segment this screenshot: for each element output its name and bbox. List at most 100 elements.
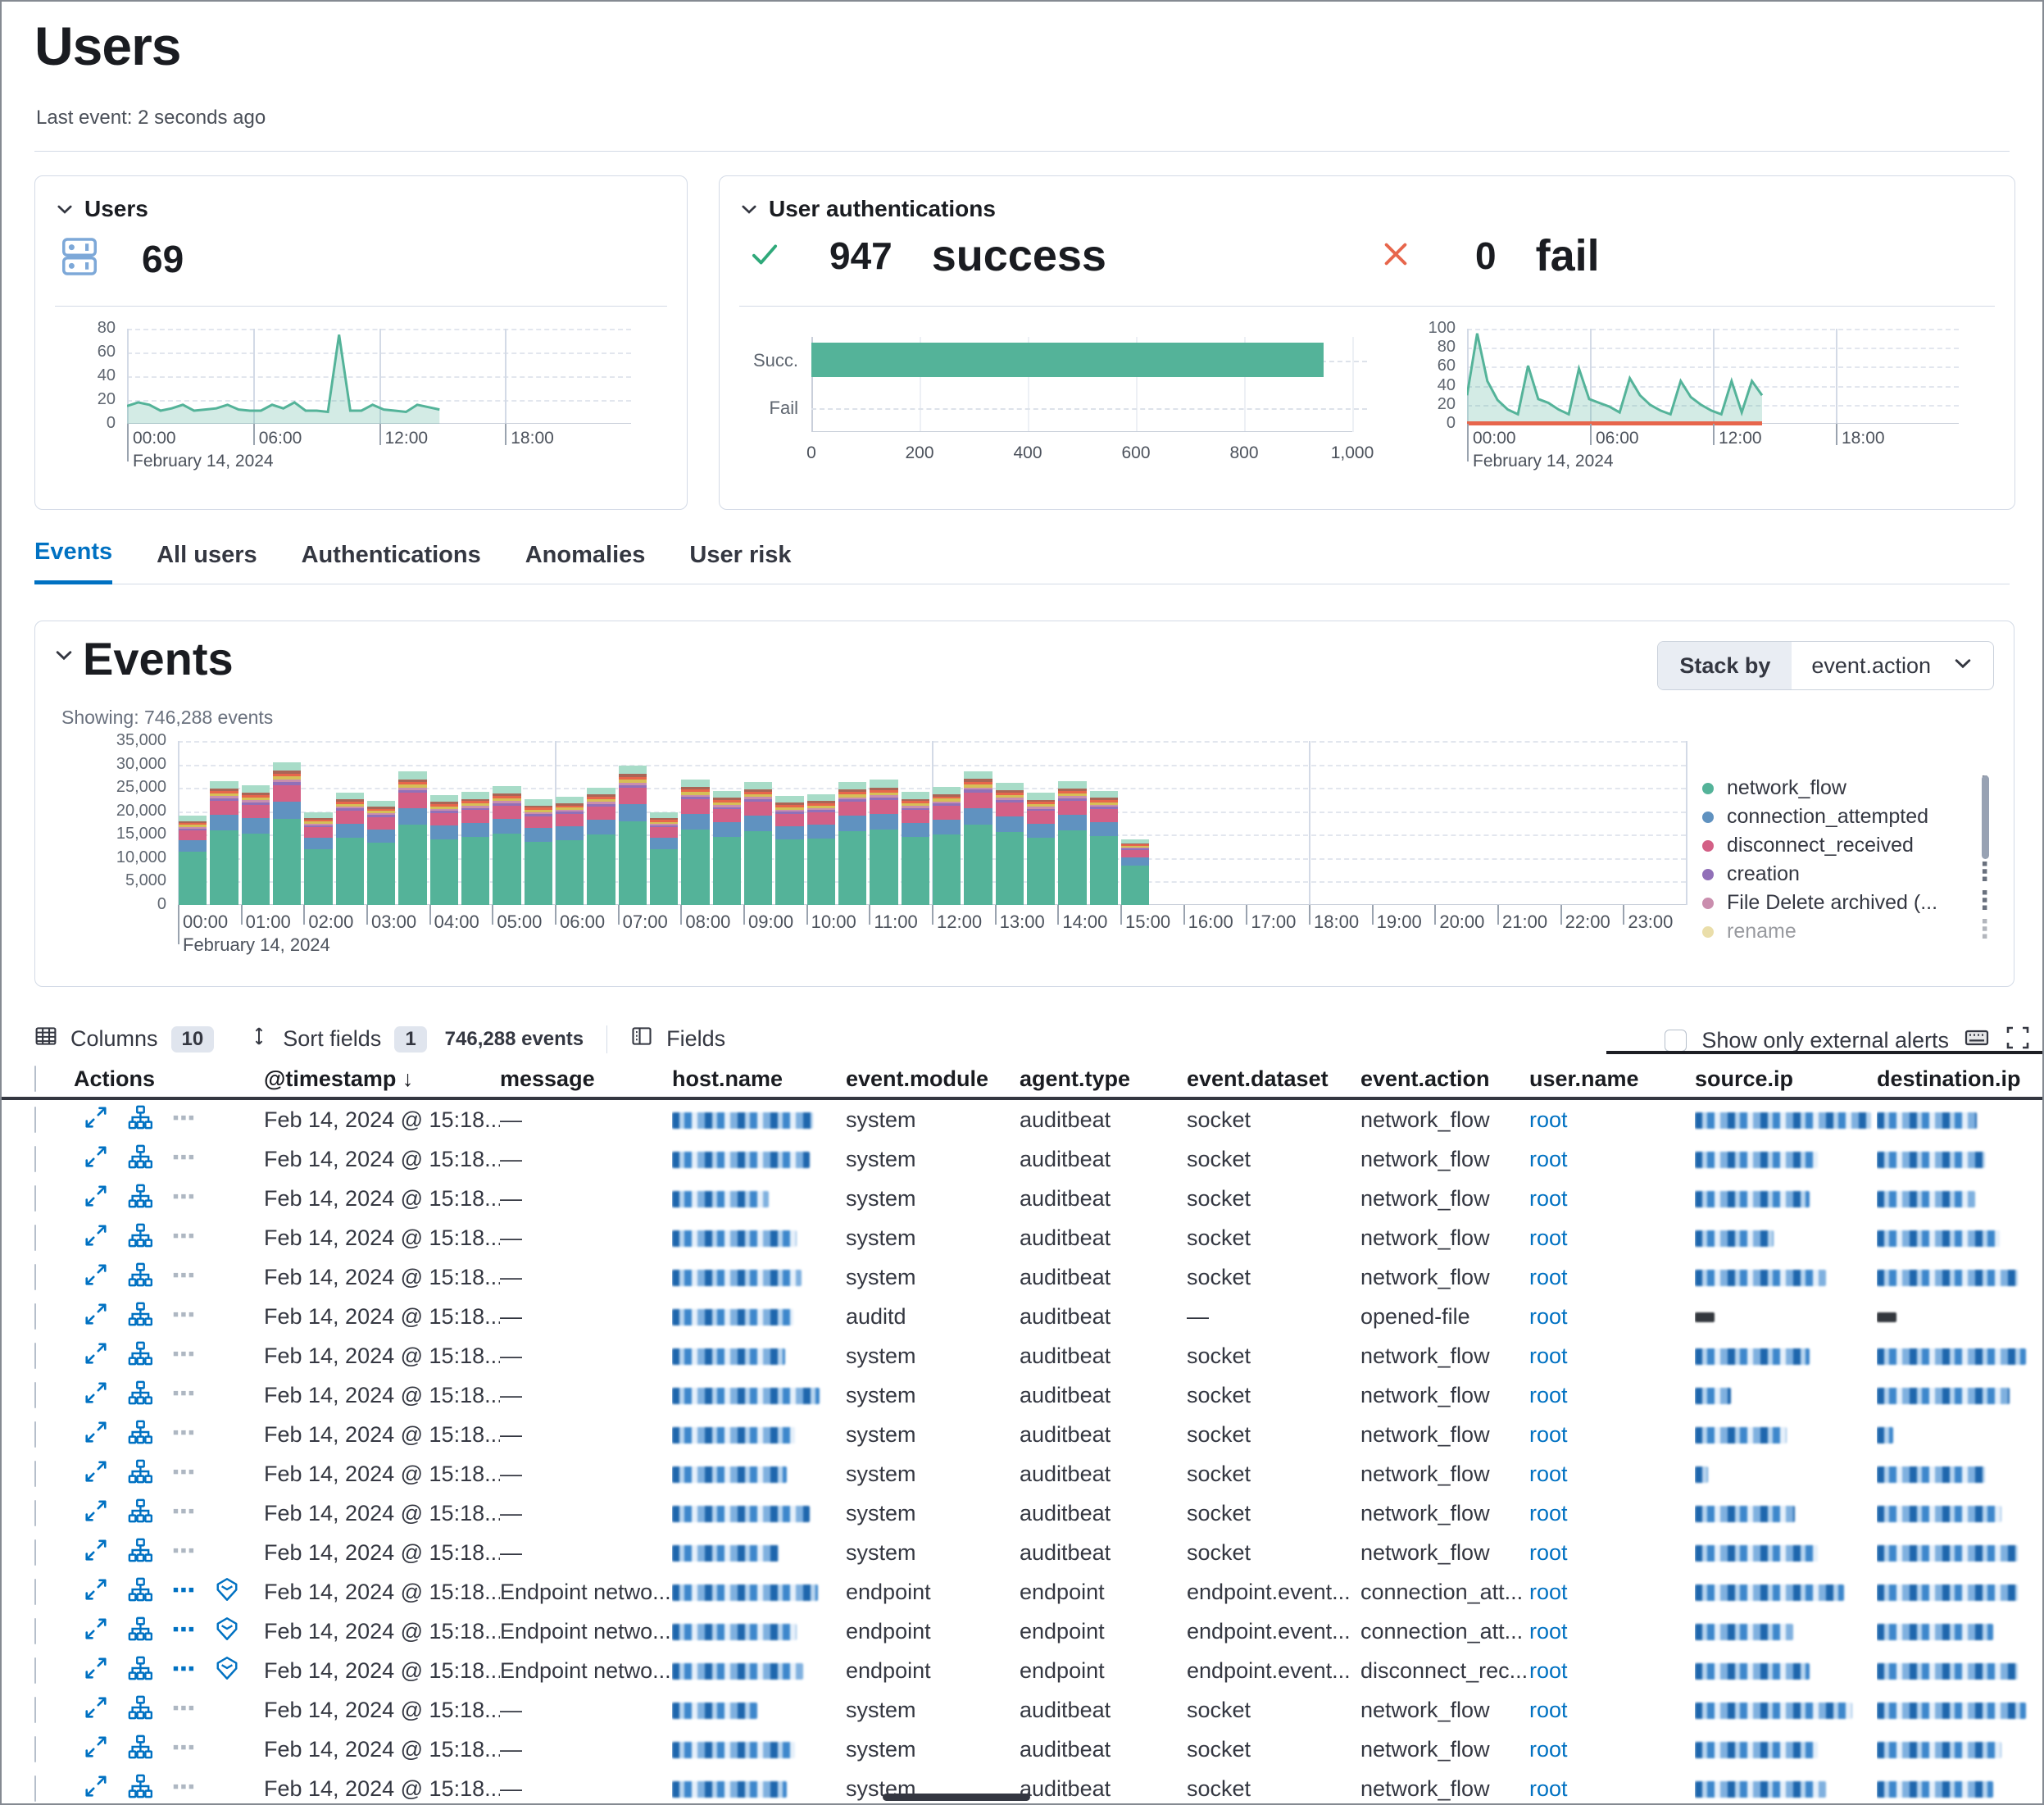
tab-all-users[interactable]: All users <box>157 542 257 584</box>
row-checkbox[interactable] <box>34 1736 36 1762</box>
analyze-event-icon[interactable] <box>128 1262 152 1293</box>
column-header-source.ip[interactable]: source.ip <box>1695 1066 1877 1092</box>
analyze-event-icon[interactable] <box>128 1459 152 1489</box>
legend-item-menu-icon[interactable] <box>1978 919 1991 941</box>
cell-user-name[interactable]: root <box>1529 1658 1695 1684</box>
analyze-event-icon[interactable] <box>128 1341 152 1371</box>
analyze-event-icon[interactable] <box>128 1616 152 1647</box>
legend-scrollbar-thumb[interactable] <box>1982 775 1989 859</box>
row-checkbox[interactable] <box>34 1146 36 1172</box>
more-actions-icon[interactable] <box>172 1735 195 1764</box>
row-checkbox[interactable] <box>34 1539 36 1566</box>
column-header-user.name[interactable]: user.name <box>1529 1066 1695 1092</box>
chevron-down-icon[interactable] <box>739 199 759 219</box>
expand-event-icon[interactable] <box>84 1302 108 1332</box>
expand-event-icon[interactable] <box>84 1774 108 1804</box>
legend-item[interactable]: File Delete archived (... <box>1702 889 1991 917</box>
expand-event-icon[interactable] <box>84 1577 108 1607</box>
column-header-Actions[interactable]: Actions <box>74 1066 264 1092</box>
row-checkbox[interactable] <box>34 1618 36 1644</box>
more-actions-icon[interactable] <box>172 1696 195 1725</box>
legend-item-menu-icon[interactable] <box>1978 890 1991 916</box>
analyze-event-icon[interactable] <box>128 1144 152 1175</box>
tab-authentications[interactable]: Authentications <box>302 542 481 584</box>
analyze-event-icon[interactable] <box>128 1420 152 1450</box>
column-header-host.name[interactable]: host.name <box>672 1066 846 1092</box>
more-actions-icon[interactable] <box>172 1224 195 1253</box>
cell-user-name[interactable]: root <box>1529 1107 1695 1133</box>
external-alerts-checkbox[interactable] <box>1665 1030 1687 1052</box>
row-checkbox[interactable] <box>34 1107 36 1133</box>
column-header-event.module[interactable]: event.module <box>846 1066 1020 1092</box>
select-all-checkbox[interactable] <box>34 1066 36 1092</box>
osquery-icon[interactable] <box>215 1656 239 1686</box>
analyze-event-icon[interactable] <box>128 1577 152 1607</box>
cell-user-name[interactable]: root <box>1529 1698 1695 1723</box>
column-header-agent.type[interactable]: agent.type <box>1020 1066 1187 1092</box>
row-checkbox[interactable] <box>34 1697 36 1723</box>
expand-event-icon[interactable] <box>84 1735 108 1765</box>
legend-item[interactable]: connection_attempted <box>1702 802 1991 831</box>
legend-item[interactable]: network_flow <box>1702 774 1991 802</box>
expand-event-icon[interactable] <box>84 1184 108 1214</box>
osquery-icon[interactable] <box>215 1616 239 1647</box>
cell-user-name[interactable]: root <box>1529 1225 1695 1251</box>
cell-user-name[interactable]: root <box>1529 1501 1695 1526</box>
sort-fields-button[interactable]: Sort fields <box>283 1026 381 1052</box>
legend-item-menu-icon[interactable] <box>1978 862 1991 887</box>
cell-user-name[interactable]: root <box>1529 1383 1695 1408</box>
expand-event-icon[interactable] <box>84 1498 108 1529</box>
row-checkbox[interactable] <box>34 1343 36 1369</box>
more-actions-icon[interactable] <box>172 1106 195 1134</box>
cell-user-name[interactable]: root <box>1529 1462 1695 1487</box>
chevron-down-icon[interactable] <box>55 199 75 219</box>
more-actions-icon[interactable] <box>172 1145 195 1174</box>
columns-button[interactable]: Columns <box>70 1026 158 1052</box>
expand-event-icon[interactable] <box>84 1380 108 1411</box>
cell-user-name[interactable]: root <box>1529 1776 1695 1802</box>
expand-event-icon[interactable] <box>84 1105 108 1135</box>
legend-item[interactable]: creation <box>1702 860 1991 889</box>
row-checkbox[interactable] <box>34 1303 36 1330</box>
cell-user-name[interactable]: root <box>1529 1737 1695 1762</box>
analyze-event-icon[interactable] <box>128 1498 152 1529</box>
tab-anomalies[interactable]: Anomalies <box>525 542 646 584</box>
cell-user-name[interactable]: root <box>1529 1580 1695 1605</box>
expand-event-icon[interactable] <box>84 1616 108 1647</box>
row-checkbox[interactable] <box>34 1185 36 1212</box>
more-actions-icon[interactable] <box>172 1184 195 1213</box>
cell-user-name[interactable]: root <box>1529 1147 1695 1172</box>
analyze-event-icon[interactable] <box>128 1184 152 1214</box>
analyze-event-icon[interactable] <box>128 1695 152 1725</box>
row-checkbox[interactable] <box>34 1382 36 1408</box>
cell-user-name[interactable]: root <box>1529 1619 1695 1644</box>
tab-events[interactable]: Events <box>34 539 112 584</box>
expand-event-icon[interactable] <box>84 1341 108 1371</box>
analyze-event-icon[interactable] <box>128 1656 152 1686</box>
analyze-event-icon[interactable] <box>128 1774 152 1804</box>
cell-user-name[interactable]: root <box>1529 1186 1695 1212</box>
more-actions-icon[interactable] <box>172 1460 195 1489</box>
more-actions-icon[interactable] <box>172 1539 195 1567</box>
cell-user-name[interactable]: root <box>1529 1344 1695 1369</box>
cell-user-name[interactable]: root <box>1529 1422 1695 1448</box>
more-actions-icon[interactable] <box>172 1657 195 1685</box>
column-header-destination.ip[interactable]: destination.ip <box>1877 1066 2042 1092</box>
row-checkbox[interactable] <box>34 1657 36 1684</box>
tab-user-risk[interactable]: User risk <box>689 542 791 584</box>
analyze-event-icon[interactable] <box>128 1538 152 1568</box>
expand-event-icon[interactable] <box>84 1144 108 1175</box>
analyze-event-icon[interactable] <box>128 1735 152 1765</box>
expand-event-icon[interactable] <box>84 1695 108 1725</box>
cell-user-name[interactable]: root <box>1529 1265 1695 1290</box>
more-actions-icon[interactable] <box>172 1499 195 1528</box>
more-actions-icon[interactable] <box>172 1263 195 1292</box>
stack-by-select[interactable]: event.action <box>1792 642 1993 689</box>
row-checkbox[interactable] <box>34 1500 36 1526</box>
expand-event-icon[interactable] <box>84 1538 108 1568</box>
chevron-down-icon[interactable] <box>53 644 75 666</box>
analyze-event-icon[interactable] <box>128 1302 152 1332</box>
row-checkbox[interactable] <box>34 1225 36 1251</box>
expand-event-icon[interactable] <box>84 1459 108 1489</box>
column-header-@timestamp[interactable]: @timestamp ↓ <box>264 1066 500 1092</box>
